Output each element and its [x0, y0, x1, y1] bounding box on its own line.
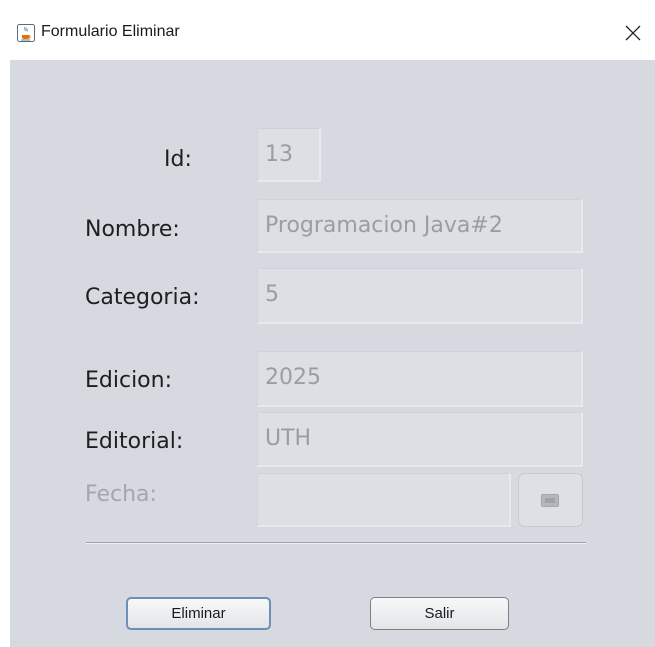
calendar-icon: [541, 494, 559, 507]
salir-button[interactable]: Salir: [370, 597, 509, 630]
nombre-label: Nombre:: [85, 217, 180, 242]
date-picker-button[interactable]: [518, 473, 583, 527]
editorial-field[interactable]: UTH: [257, 412, 583, 467]
editorial-label: Editorial:: [85, 429, 184, 454]
form-window: Formulario Eliminar Id: 13 Nombre: Progr…: [10, 10, 655, 647]
eliminar-button[interactable]: Eliminar: [126, 597, 271, 630]
id-field[interactable]: 13: [257, 128, 321, 182]
nombre-field[interactable]: Programacion Java#2: [257, 199, 583, 253]
fecha-field[interactable]: [257, 473, 511, 527]
separator: [86, 542, 586, 544]
window-title: Formulario Eliminar: [41, 23, 180, 40]
edicion-label: Edicion:: [85, 368, 173, 393]
close-icon: [625, 25, 641, 41]
categoria-field[interactable]: 5: [257, 268, 583, 324]
fecha-label: Fecha:: [85, 482, 157, 507]
java-cup-icon: [17, 24, 35, 42]
close-button[interactable]: [611, 10, 655, 56]
title-bar: Formulario Eliminar: [10, 10, 655, 60]
edicion-field[interactable]: 2025: [257, 351, 583, 407]
categoria-label: Categoria:: [85, 285, 200, 310]
id-label: Id:: [164, 147, 192, 172]
